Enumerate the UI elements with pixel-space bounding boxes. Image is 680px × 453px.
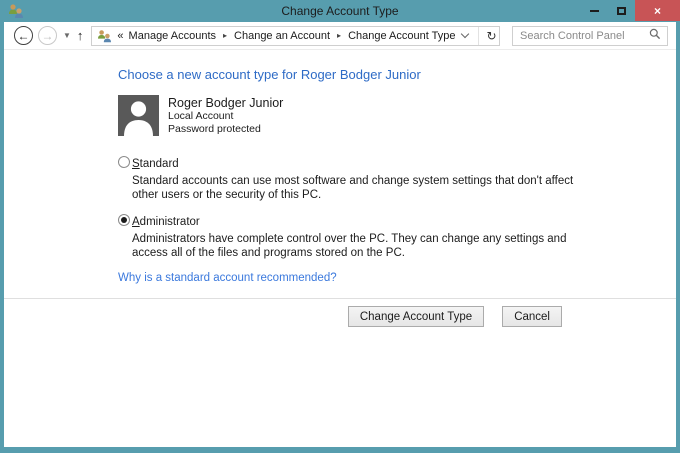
user-account-type: Local Account (168, 110, 234, 122)
option-standard[interactable]: Standard Standard accounts can use most … (118, 154, 598, 202)
breadcrumb-separator-icon[interactable]: ▸ (337, 31, 341, 40)
address-dropdown-icon[interactable] (460, 29, 469, 39)
back-button[interactable]: ← (14, 26, 33, 45)
search-box[interactable] (512, 25, 668, 46)
history-dropdown-icon[interactable]: ▼ (63, 31, 71, 40)
radio-standard[interactable] (118, 156, 130, 168)
minimize-icon (590, 9, 599, 12)
navigation-bar: ← → ▼ ↑ « Manage Accounts ▸ Change an Ac… (4, 22, 676, 50)
refresh-icon[interactable]: ↻ (479, 29, 505, 43)
breadcrumb-separator-icon[interactable]: ▸ (223, 31, 227, 40)
breadcrumb-change-account-type[interactable]: Change Account Type (348, 30, 455, 42)
button-row: Change Account Type Cancel (4, 306, 676, 327)
maximize-icon (617, 6, 626, 15)
breadcrumb-change-an-account[interactable]: Change an Account (234, 30, 330, 42)
label-rest: dministrator (139, 216, 200, 228)
cancel-button[interactable]: Cancel (502, 306, 562, 327)
button-area-divider (4, 298, 676, 299)
radio-administrator[interactable] (118, 214, 130, 226)
option-standard-label[interactable]: Standard (132, 158, 179, 170)
search-icon[interactable] (649, 27, 661, 45)
user-summary: Roger Bodger Junior Local Account Passwo… (118, 95, 676, 136)
page-title: Choose a new account type for Roger Bodg… (118, 67, 421, 82)
standard-account-recommended-link[interactable]: Why is a standard account recommended? (118, 272, 337, 284)
search-input[interactable] (513, 27, 649, 44)
label-rest: tandard (139, 158, 179, 170)
change-account-type-button[interactable]: Change Account Type (347, 306, 485, 327)
forward-button[interactable]: → (38, 26, 57, 45)
option-administrator-description: Administrators have complete control ove… (132, 233, 567, 259)
main-content: Choose a new account type for Roger Bodg… (4, 50, 676, 446)
close-button[interactable]: × (635, 0, 680, 21)
window-body: ← → ▼ ↑ « Manage Accounts ▸ Change an Ac… (4, 22, 676, 447)
access-key: S (132, 158, 140, 170)
user-accounts-small-icon (97, 29, 113, 43)
option-administrator-label[interactable]: Administrator (132, 216, 200, 228)
user-name: Roger Bodger Junior (168, 96, 284, 110)
maximize-button[interactable] (608, 0, 635, 21)
window: Change Account Type × ← → ▼ ↑ « Manage A… (0, 0, 680, 453)
minimize-button[interactable] (581, 0, 608, 21)
window-title: Change Account Type (281, 4, 399, 18)
option-standard-description: Standard accounts can use most software … (132, 175, 574, 201)
titlebar: Change Account Type × (4, 0, 680, 22)
option-administrator[interactable]: Administrator Administrators have comple… (118, 212, 598, 260)
window-controls: × (581, 0, 680, 21)
breadcrumb-manage-accounts[interactable]: Manage Accounts (129, 30, 216, 42)
avatar (118, 95, 159, 136)
address-bar[interactable]: « Manage Accounts ▸ Change an Account ▸ … (91, 25, 500, 46)
access-key: A (132, 216, 140, 228)
breadcrumb-ellipsis[interactable]: « (117, 30, 123, 42)
user-meta: Roger Bodger Junior Local Account Passwo… (168, 95, 283, 136)
user-protection: Password protected (168, 123, 261, 135)
up-button[interactable]: ↑ (77, 28, 84, 43)
